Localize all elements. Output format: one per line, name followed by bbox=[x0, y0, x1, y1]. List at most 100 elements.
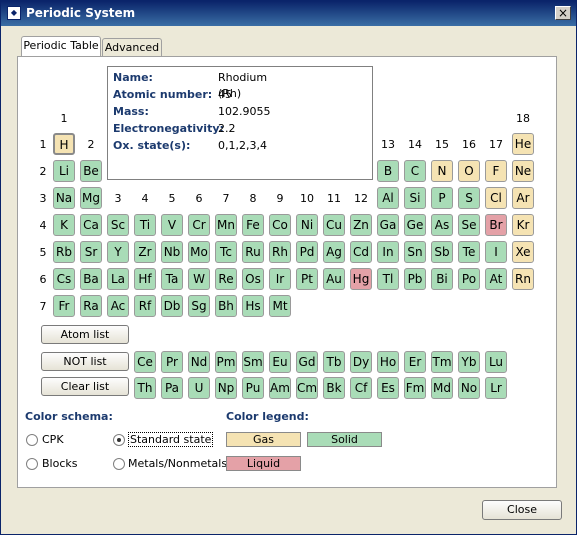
element-ga[interactable]: Ga bbox=[377, 214, 399, 236]
window-close-button[interactable]: × bbox=[555, 6, 571, 20]
element-sr[interactable]: Sr bbox=[80, 241, 102, 263]
element-fm[interactable]: Fm bbox=[404, 377, 426, 399]
element-rn[interactable]: Rn bbox=[512, 268, 534, 290]
element-ni[interactable]: Ni bbox=[296, 214, 318, 236]
element-hf[interactable]: Hf bbox=[134, 268, 156, 290]
element-mt[interactable]: Mt bbox=[269, 295, 291, 317]
element-pb[interactable]: Pb bbox=[404, 268, 426, 290]
element-fe[interactable]: Fe bbox=[242, 214, 264, 236]
element-dy[interactable]: Dy bbox=[350, 351, 372, 373]
element-ac[interactable]: Ac bbox=[107, 295, 129, 317]
element-nb[interactable]: Nb bbox=[161, 241, 183, 263]
element-pu[interactable]: Pu bbox=[242, 377, 264, 399]
element-v[interactable]: V bbox=[161, 214, 183, 236]
element-sn[interactable]: Sn bbox=[404, 241, 426, 263]
clear-list-button[interactable]: Clear list bbox=[41, 377, 129, 396]
element-n[interactable]: N bbox=[431, 160, 453, 182]
element-yb[interactable]: Yb bbox=[458, 351, 480, 373]
element-md[interactable]: Md bbox=[431, 377, 453, 399]
element-db[interactable]: Db bbox=[161, 295, 183, 317]
element-bk[interactable]: Bk bbox=[323, 377, 345, 399]
element-w[interactable]: W bbox=[188, 268, 210, 290]
element-sm[interactable]: Sm bbox=[242, 351, 264, 373]
element-ag[interactable]: Ag bbox=[323, 241, 345, 263]
element-ti[interactable]: Ti bbox=[134, 214, 156, 236]
element-pm[interactable]: Pm bbox=[215, 351, 237, 373]
element-ar[interactable]: Ar bbox=[512, 187, 534, 209]
element-zn[interactable]: Zn bbox=[350, 214, 372, 236]
element-c[interactable]: C bbox=[404, 160, 426, 182]
element-h[interactable]: H bbox=[53, 133, 75, 155]
element-na[interactable]: Na bbox=[53, 187, 75, 209]
element-i[interactable]: I bbox=[485, 241, 507, 263]
close-button[interactable]: Close bbox=[482, 500, 562, 520]
element-tc[interactable]: Tc bbox=[215, 241, 237, 263]
element-ce[interactable]: Ce bbox=[134, 351, 156, 373]
element-ho[interactable]: Ho bbox=[377, 351, 399, 373]
element-as[interactable]: As bbox=[431, 214, 453, 236]
element-pa[interactable]: Pa bbox=[161, 377, 183, 399]
element-cl[interactable]: Cl bbox=[485, 187, 507, 209]
element-re[interactable]: Re bbox=[215, 268, 237, 290]
element-au[interactable]: Au bbox=[323, 268, 345, 290]
element-o[interactable]: O bbox=[458, 160, 480, 182]
element-bh[interactable]: Bh bbox=[215, 295, 237, 317]
radio-standard-state[interactable] bbox=[113, 434, 125, 446]
element-gd[interactable]: Gd bbox=[296, 351, 318, 373]
element-he[interactable]: He bbox=[512, 133, 534, 155]
element-po[interactable]: Po bbox=[458, 268, 480, 290]
element-cu[interactable]: Cu bbox=[323, 214, 345, 236]
element-mn[interactable]: Mn bbox=[215, 214, 237, 236]
element-si[interactable]: Si bbox=[404, 187, 426, 209]
element-sb[interactable]: Sb bbox=[431, 241, 453, 263]
element-no[interactable]: No bbox=[458, 377, 480, 399]
element-at[interactable]: At bbox=[485, 268, 507, 290]
element-pr[interactable]: Pr bbox=[161, 351, 183, 373]
radio-cpk-label[interactable]: CPK bbox=[42, 433, 64, 446]
element-tm[interactable]: Tm bbox=[431, 351, 453, 373]
element-cm[interactable]: Cm bbox=[296, 377, 318, 399]
element-rf[interactable]: Rf bbox=[134, 295, 156, 317]
element-ru[interactable]: Ru bbox=[242, 241, 264, 263]
element-br[interactable]: Br bbox=[485, 214, 507, 236]
element-la[interactable]: La bbox=[107, 268, 129, 290]
element-hs[interactable]: Hs bbox=[242, 295, 264, 317]
element-ir[interactable]: Ir bbox=[269, 268, 291, 290]
element-ca[interactable]: Ca bbox=[80, 214, 102, 236]
element-be[interactable]: Be bbox=[80, 160, 102, 182]
element-b[interactable]: B bbox=[377, 160, 399, 182]
element-ge[interactable]: Ge bbox=[404, 214, 426, 236]
element-li[interactable]: Li bbox=[53, 160, 75, 182]
element-sg[interactable]: Sg bbox=[188, 295, 210, 317]
element-nd[interactable]: Nd bbox=[188, 351, 210, 373]
element-es[interactable]: Es bbox=[377, 377, 399, 399]
element-in[interactable]: In bbox=[377, 241, 399, 263]
element-fr[interactable]: Fr bbox=[53, 295, 75, 317]
element-cf[interactable]: Cf bbox=[350, 377, 372, 399]
radio-blocks-label[interactable]: Blocks bbox=[42, 457, 77, 470]
tab-periodic-table[interactable]: Periodic Table bbox=[21, 36, 101, 56]
element-er[interactable]: Er bbox=[404, 351, 426, 373]
element-lu[interactable]: Lu bbox=[485, 351, 507, 373]
element-u[interactable]: U bbox=[188, 377, 210, 399]
element-am[interactable]: Am bbox=[269, 377, 291, 399]
element-ta[interactable]: Ta bbox=[161, 268, 183, 290]
element-xe[interactable]: Xe bbox=[512, 241, 534, 263]
element-te[interactable]: Te bbox=[458, 241, 480, 263]
element-sc[interactable]: Sc bbox=[107, 214, 129, 236]
element-p[interactable]: P bbox=[431, 187, 453, 209]
element-os[interactable]: Os bbox=[242, 268, 264, 290]
element-mg[interactable]: Mg bbox=[80, 187, 102, 209]
atom-list-button[interactable]: Atom list bbox=[41, 325, 129, 344]
element-tb[interactable]: Tb bbox=[323, 351, 345, 373]
element-cd[interactable]: Cd bbox=[350, 241, 372, 263]
element-pt[interactable]: Pt bbox=[296, 268, 318, 290]
element-cs[interactable]: Cs bbox=[53, 268, 75, 290]
element-mo[interactable]: Mo bbox=[188, 241, 210, 263]
element-th[interactable]: Th bbox=[134, 377, 156, 399]
element-hg[interactable]: Hg bbox=[350, 268, 372, 290]
element-pd[interactable]: Pd bbox=[296, 241, 318, 263]
radio-standard-state-label[interactable]: Standard state bbox=[128, 432, 214, 447]
element-f[interactable]: F bbox=[485, 160, 507, 182]
radio-cpk[interactable] bbox=[26, 434, 38, 446]
